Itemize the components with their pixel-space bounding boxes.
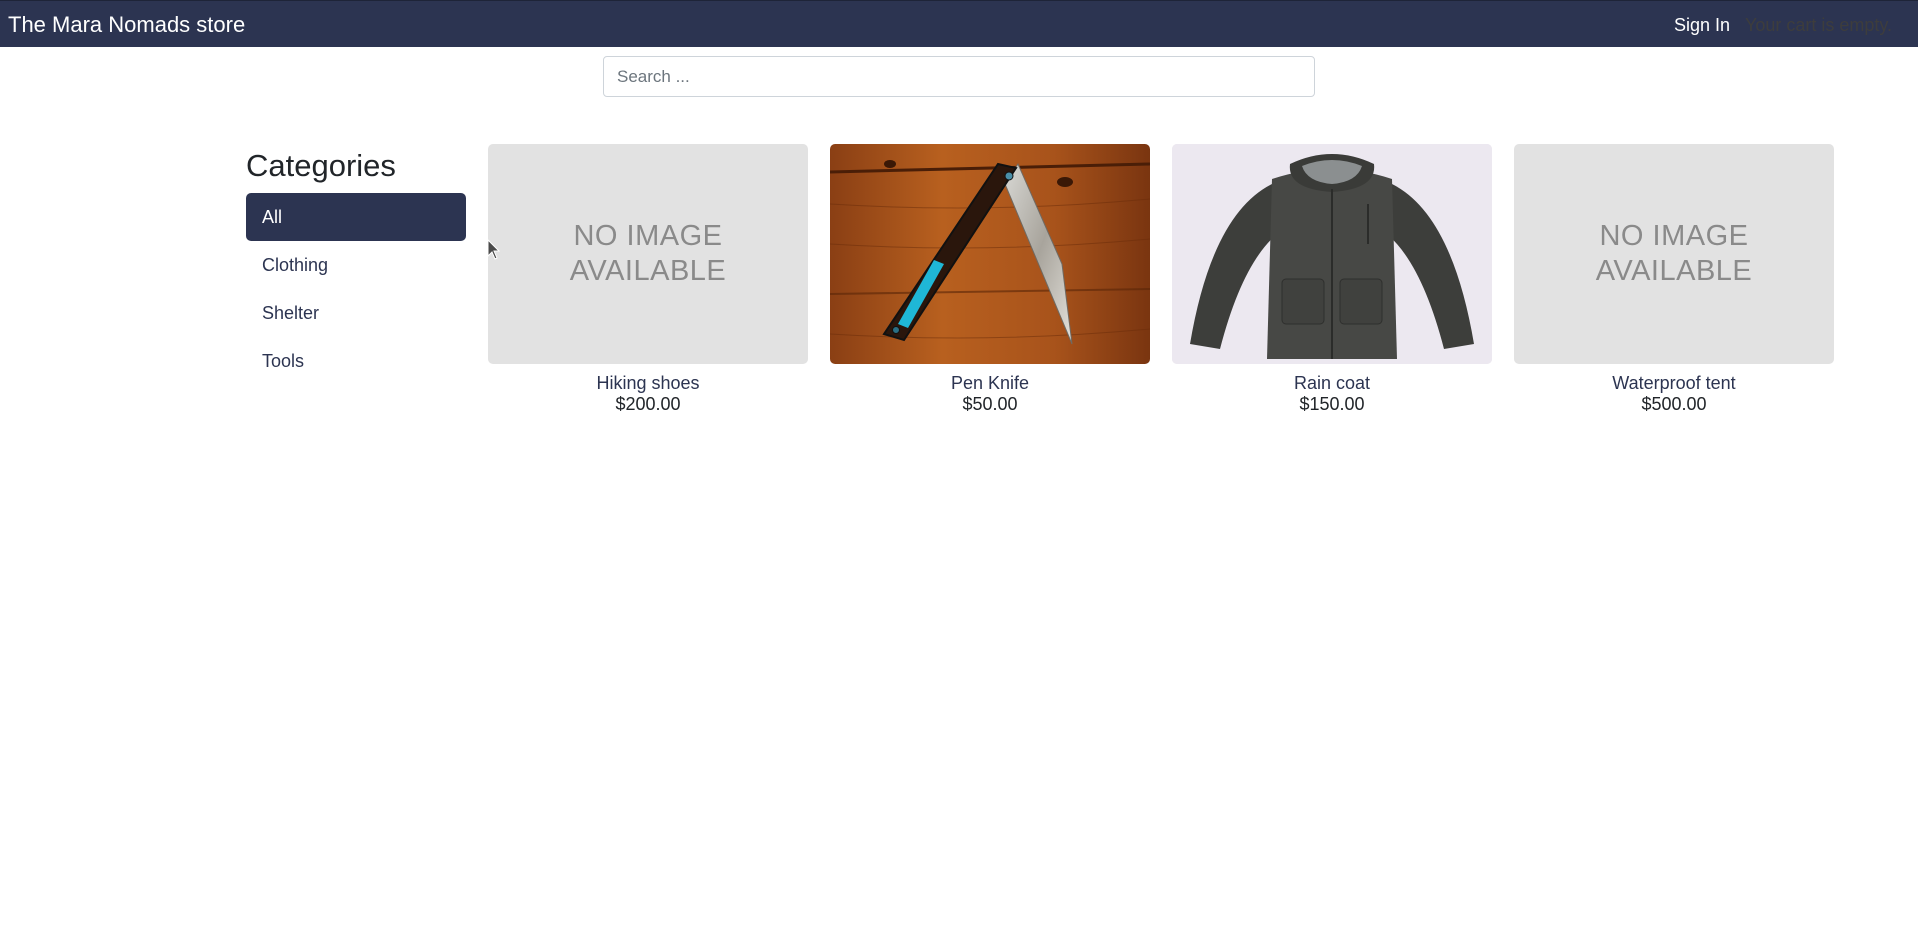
product-name[interactable]: Pen Knife — [830, 373, 1150, 394]
rain-coat-photo — [1172, 144, 1492, 364]
pen-knife-image[interactable] — [830, 144, 1150, 364]
search-input[interactable] — [603, 56, 1315, 97]
mouse-cursor-icon — [487, 239, 501, 260]
category-item-shelter[interactable]: Shelter — [246, 289, 466, 337]
placeholder-text: NO IMAGE AVAILABLE — [569, 220, 727, 287]
no-image-placeholder[interactable]: NO IMAGE AVAILABLE — [488, 144, 808, 364]
product-card[interactable]: NO IMAGE AVAILABLE Waterproof tent $500.… — [1514, 144, 1834, 415]
top-navbar: The Mara Nomads store Sign In Your cart … — [0, 0, 1918, 47]
store-brand-link[interactable]: The Mara Nomads store — [8, 12, 245, 38]
category-list: All Clothing Shelter Tools — [246, 193, 466, 385]
product-name[interactable]: Waterproof tent — [1514, 373, 1834, 394]
sign-in-link[interactable]: Sign In — [1674, 15, 1730, 36]
product-card[interactable]: Rain coat $150.00 — [1172, 144, 1492, 415]
cart-status: Your cart is empty. — [1745, 15, 1893, 35]
product-price: $500.00 — [1641, 394, 1707, 414]
category-item-tools[interactable]: Tools — [246, 337, 466, 385]
no-image-placeholder[interactable]: NO IMAGE AVAILABLE — [1514, 144, 1834, 364]
category-item-all[interactable]: All — [246, 193, 466, 241]
product-price: $50.00 — [962, 394, 1018, 414]
rain-coat-image[interactable] — [1172, 144, 1492, 364]
product-card[interactable]: NO IMAGE AVAILABLE Hiking shoes $200.00 — [488, 144, 808, 415]
categories-heading: Categories — [246, 148, 396, 183]
product-name[interactable]: Hiking shoes — [488, 373, 808, 394]
category-item-clothing[interactable]: Clothing — [246, 241, 466, 289]
product-price: $200.00 — [615, 394, 681, 414]
pen-knife-photo — [830, 144, 1150, 364]
product-name[interactable]: Rain coat — [1172, 373, 1492, 394]
product-price: $150.00 — [1299, 394, 1365, 414]
product-card[interactable]: Pen Knife $50.00 — [830, 144, 1150, 415]
placeholder-text: NO IMAGE AVAILABLE — [1595, 220, 1753, 287]
